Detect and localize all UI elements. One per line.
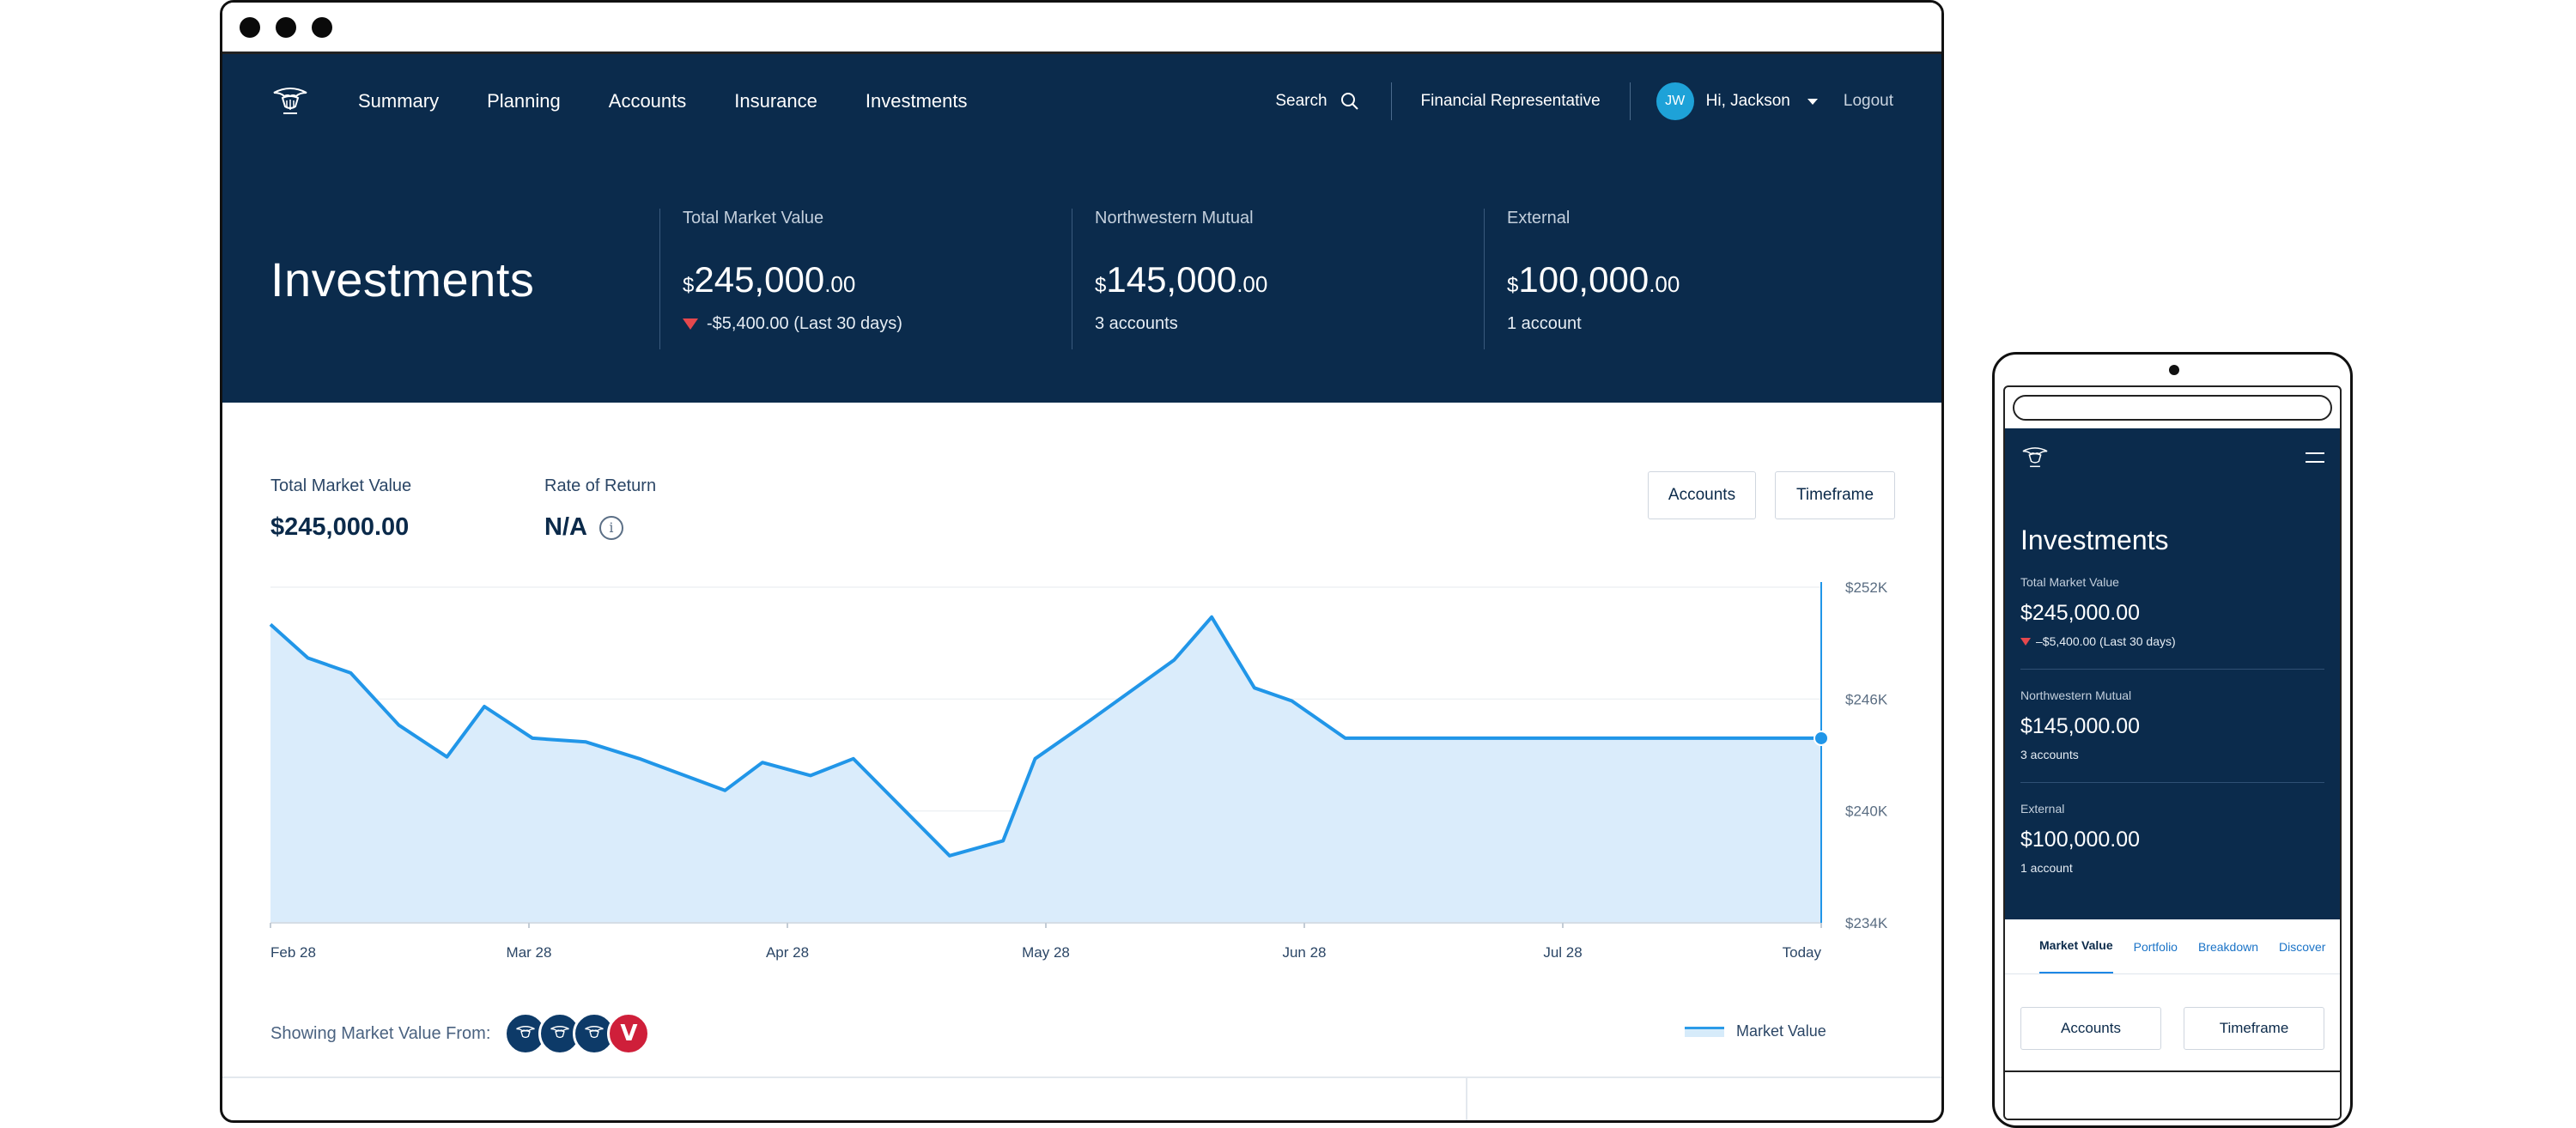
- hero-card-sub: 3 accounts: [1095, 314, 1178, 333]
- mobile-url-pill[interactable]: [2013, 395, 2332, 421]
- nav-accounts[interactable]: Accounts: [609, 90, 687, 112]
- x-tick-label: Apr 28: [766, 944, 809, 961]
- mobile-card-value: $100,000.00: [2020, 828, 2141, 852]
- current-value-point: [1814, 730, 1829, 746]
- nav-summary[interactable]: Summary: [358, 90, 439, 112]
- mobile-card-value: $245,000.00: [2020, 601, 2141, 625]
- mobile-card-value: $145,000.00: [2020, 714, 2141, 738]
- x-tick-label: Feb 28: [270, 944, 316, 961]
- tab-breakdown[interactable]: Breakdown: [2198, 919, 2258, 973]
- main-content: Total Market Value $245,000.00 Rate of R…: [222, 403, 1941, 1120]
- user-greeting: Hi, Jackson: [1705, 92, 1790, 110]
- mobile-phone-frame: Investments Total Market Value $245,000.…: [1992, 352, 2353, 1128]
- browser-titlebar: [222, 3, 1941, 54]
- down-arrow-icon: [2020, 637, 2031, 646]
- top-nav: Summary Planning Accounts Insurance Inve…: [222, 54, 1941, 149]
- eagle-logo-icon[interactable]: [2020, 445, 2050, 470]
- external-account-badge[interactable]: V: [607, 1012, 651, 1055]
- mobile-bottom-bar: [2005, 1070, 2340, 1119]
- search-button[interactable]: Search: [1275, 82, 1392, 120]
- hero-card-label: Northwestern Mutual: [1095, 209, 1254, 227]
- area-fill: [270, 616, 1821, 923]
- window-dot: [276, 16, 296, 38]
- hero-card-change: -$5,400.00 (Last 30 days): [683, 314, 902, 334]
- hero-card-total: Total Market Value $245,000.00 -$5,400.0…: [659, 209, 902, 349]
- x-tick-label: Mar 28: [507, 944, 552, 961]
- mobile-card-total: Total Market Value $245,000.00 –$5,400.0…: [2020, 556, 2324, 670]
- mobile-accounts-button[interactable]: Accounts: [2020, 1007, 2161, 1050]
- mobile-card-sub: 1 account: [2020, 861, 2073, 875]
- nav-planning[interactable]: Planning: [487, 90, 561, 112]
- column-divider: [1466, 1076, 1467, 1120]
- account-badges: V: [504, 1012, 651, 1055]
- section-divider: [222, 1076, 1941, 1078]
- mobile-card-external: External $100,000.00 1 account: [2020, 783, 2324, 895]
- hero-card-value: $245,000.00: [683, 259, 856, 300]
- x-tick-label: Today: [1783, 944, 1822, 961]
- page-title: Investments: [270, 252, 535, 306]
- chart-legend: Market Value: [1685, 1022, 1826, 1040]
- user-menu[interactable]: JW Hi, Jackson: [1631, 82, 1844, 120]
- hero-card-external: External $100,000.00 1 account: [1484, 209, 1680, 349]
- nav-insurance[interactable]: Insurance: [734, 90, 817, 112]
- eagle-logo-icon: [585, 1026, 605, 1039]
- mobile-card-label: Total Market Value: [2020, 575, 2119, 589]
- window-dot: [312, 16, 332, 38]
- eagle-logo-icon: [550, 1026, 570, 1039]
- hero-card-value: $100,000.00: [1507, 259, 1680, 300]
- search-icon: [1340, 93, 1358, 110]
- market-value-chart[interactable]: $252K $246K $240K $234K Feb 28 Mar 28 Apr 28 Ma…: [222, 403, 1941, 1004]
- hero-card-label: Total Market Value: [683, 209, 824, 227]
- hero-card-sub: 1 account: [1507, 314, 1582, 333]
- x-tick-label: Jun 28: [1282, 944, 1326, 961]
- tab-discover[interactable]: Discover: [2279, 919, 2325, 973]
- mobile-card-label: External: [2020, 802, 2065, 816]
- hamburger-menu-icon[interactable]: [2306, 452, 2324, 463]
- legend-label: Market Value: [1736, 1022, 1826, 1040]
- mobile-tabs: Market Value Portfolio Breakdown Discove…: [2005, 919, 2340, 974]
- hero-banner: Investments Total Market Value $245,000.…: [222, 149, 1941, 403]
- hero-card-value: $145,000.00: [1095, 259, 1268, 300]
- mobile-screen: Investments Total Market Value $245,000.…: [2003, 385, 2342, 1120]
- x-tick-label: Jul 28: [1543, 944, 1582, 961]
- mobile-card-nm: Northwestern Mutual $145,000.00 3 accoun…: [2020, 670, 2324, 783]
- mobile-card-sub: 3 accounts: [2020, 748, 2079, 761]
- eagle-logo-icon: [516, 1026, 536, 1039]
- y-tick-label: $234K: [1845, 915, 1888, 931]
- mobile-nav: [2005, 428, 2340, 487]
- desktop-browser-frame: Summary Planning Accounts Insurance Inve…: [220, 0, 1944, 1123]
- mobile-card-label: Northwestern Mutual: [2020, 688, 2132, 702]
- down-arrow-icon: [683, 318, 698, 330]
- eagle-logo-icon[interactable]: [270, 84, 310, 118]
- hero-card-label: External: [1507, 209, 1571, 227]
- mobile-card-change: –$5,400.00 (Last 30 days): [2020, 634, 2324, 648]
- logout-link[interactable]: Logout: [1844, 92, 1893, 111]
- avatar: JW: [1656, 82, 1694, 120]
- mobile-hero: Investments Total Market Value $245,000.…: [2005, 487, 2340, 919]
- tab-market-value[interactable]: Market Value: [2039, 919, 2113, 973]
- y-tick-label: $252K: [1845, 579, 1888, 596]
- camera-dot: [2169, 365, 2179, 375]
- window-dot: [240, 16, 260, 38]
- y-tick-label: $240K: [1845, 804, 1888, 820]
- nav-investments[interactable]: Investments: [866, 90, 968, 112]
- mobile-address-bar: [2005, 387, 2340, 428]
- tab-portfolio[interactable]: Portfolio: [2134, 919, 2178, 973]
- hero-card-nm: Northwestern Mutual $145,000.00 3 accoun…: [1072, 209, 1267, 349]
- search-label: Search: [1275, 92, 1327, 110]
- x-tick-label: May 28: [1022, 944, 1070, 961]
- y-tick-label: $246K: [1845, 691, 1888, 707]
- showing-market-value-from: Showing Market Value From: V: [270, 1012, 651, 1055]
- legend-swatch: [1685, 1026, 1724, 1037]
- mobile-filter-buttons: Accounts Timeframe: [2005, 974, 2340, 1050]
- chevron-down-icon: [1807, 98, 1818, 105]
- financial-rep-link[interactable]: Financial Representative: [1392, 82, 1631, 120]
- showing-label: Showing Market Value From:: [270, 1023, 491, 1043]
- mobile-page-title: Investments: [2020, 525, 2169, 555]
- mobile-timeframe-button[interactable]: Timeframe: [2184, 1007, 2324, 1050]
